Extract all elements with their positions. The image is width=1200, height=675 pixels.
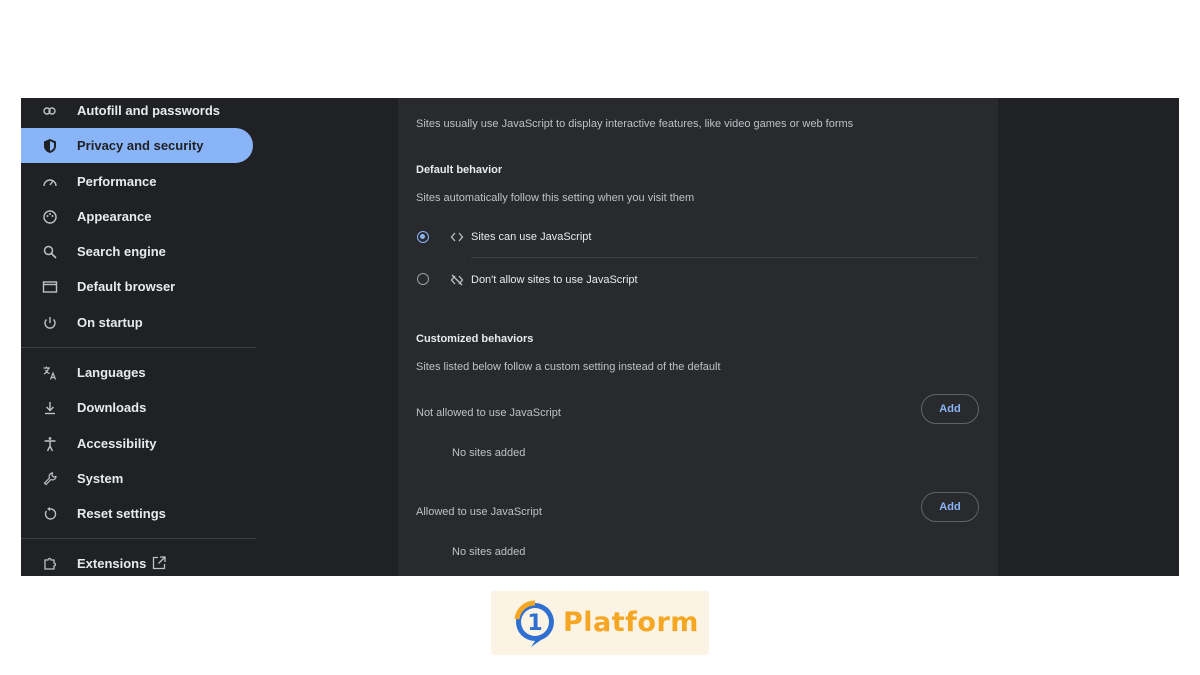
sidebar-item-label: Search engine [77, 244, 166, 259]
sidebar-item-label: Extensions [77, 556, 147, 571]
browser-settings-screenshot: Autofill and passwords Privacy and secur… [21, 98, 1179, 576]
sidebar-item-privacy[interactable]: Privacy and security [21, 128, 253, 163]
sidebar-divider [21, 347, 256, 348]
puzzle-icon [41, 555, 59, 573]
radio-block-javascript[interactable] [417, 273, 429, 285]
sidebar-item-autofill[interactable]: Autofill and passwords [21, 98, 253, 128]
code-icon [450, 230, 464, 244]
radio-allow-javascript[interactable] [417, 231, 429, 243]
add-not-allowed-button[interactable]: Add [921, 394, 979, 424]
customized-behaviors-heading: Customized behaviors [416, 333, 534, 345]
translate-icon [41, 364, 59, 382]
key-icon [41, 102, 59, 120]
power-icon [41, 314, 59, 332]
intro-text: Sites usually use JavaScript to display … [416, 118, 854, 130]
reset-icon [41, 505, 59, 523]
settings-sidebar: Autofill and passwords Privacy and secur… [21, 98, 277, 576]
sidebar-item-label: Downloads [77, 400, 147, 415]
sidebar-item-label: Privacy and security [77, 138, 204, 153]
sidebar-item-label: Reset settings [77, 506, 166, 521]
sidebar-item-default-browser[interactable]: Default browser [21, 269, 253, 304]
download-icon [41, 399, 59, 417]
option-label: Sites can use JavaScript [471, 231, 592, 243]
default-behavior-heading: Default behavior [416, 164, 503, 176]
sidebar-item-label: Performance [77, 174, 157, 189]
sidebar-item-extensions[interactable]: Extensions [21, 546, 253, 576]
logo-text: Platform [563, 607, 699, 638]
sidebar-item-downloads[interactable]: Downloads [21, 390, 253, 425]
sidebar-item-search-engine[interactable]: Search engine [21, 234, 253, 269]
sidebar-item-label: Default browser [77, 279, 176, 294]
sidebar-item-appearance[interactable]: Appearance [21, 199, 253, 234]
default-behavior-description: Sites automatically follow this setting … [416, 192, 695, 204]
shield-icon [41, 137, 59, 155]
sidebar-item-languages[interactable]: Languages [21, 355, 253, 390]
sidebar-item-label: System [77, 471, 124, 486]
code-off-icon [450, 273, 464, 287]
open-external-icon[interactable] [151, 555, 167, 571]
option-divider [471, 257, 978, 258]
accessibility-icon [41, 435, 59, 453]
allowed-empty-text: No sites added [452, 546, 526, 558]
sidebar-item-reset-settings[interactable]: Reset settings [21, 496, 253, 531]
sidebar-divider [21, 538, 256, 539]
sidebar-item-label: Languages [77, 365, 146, 380]
sidebar-item-label: On startup [77, 315, 143, 330]
add-allowed-button[interactable]: Add [921, 492, 979, 522]
sidebar-item-label: Autofill and passwords [77, 103, 221, 118]
allowed-label: Allowed to use JavaScript [416, 506, 542, 518]
right-margin [998, 98, 1179, 576]
logo-badge-icon: 1 [514, 600, 554, 647]
palette-icon [41, 208, 59, 226]
javascript-settings-panel: Sites usually use JavaScript to display … [398, 98, 998, 576]
logo-badge-number: 1 [527, 611, 542, 636]
platform-logo: 1 Platform [491, 591, 709, 655]
search-icon [41, 243, 59, 261]
browser-window-icon [41, 278, 59, 296]
not-allowed-empty-text: No sites added [452, 447, 526, 459]
wrench-icon [41, 470, 59, 488]
sidebar-item-accessibility[interactable]: Accessibility [21, 426, 253, 461]
sidebar-item-performance[interactable]: Performance [21, 164, 253, 199]
sidebar-item-label: Accessibility [77, 436, 157, 451]
sidebar-item-label: Appearance [77, 209, 152, 224]
not-allowed-label: Not allowed to use JavaScript [416, 407, 561, 419]
sidebar-item-system[interactable]: System [21, 461, 253, 496]
speedometer-icon [41, 173, 59, 191]
sidebar-item-on-startup[interactable]: On startup [21, 305, 253, 340]
option-label: Don't allow sites to use JavaScript [471, 274, 638, 286]
customized-behaviors-description: Sites listed below follow a custom setti… [416, 361, 721, 373]
